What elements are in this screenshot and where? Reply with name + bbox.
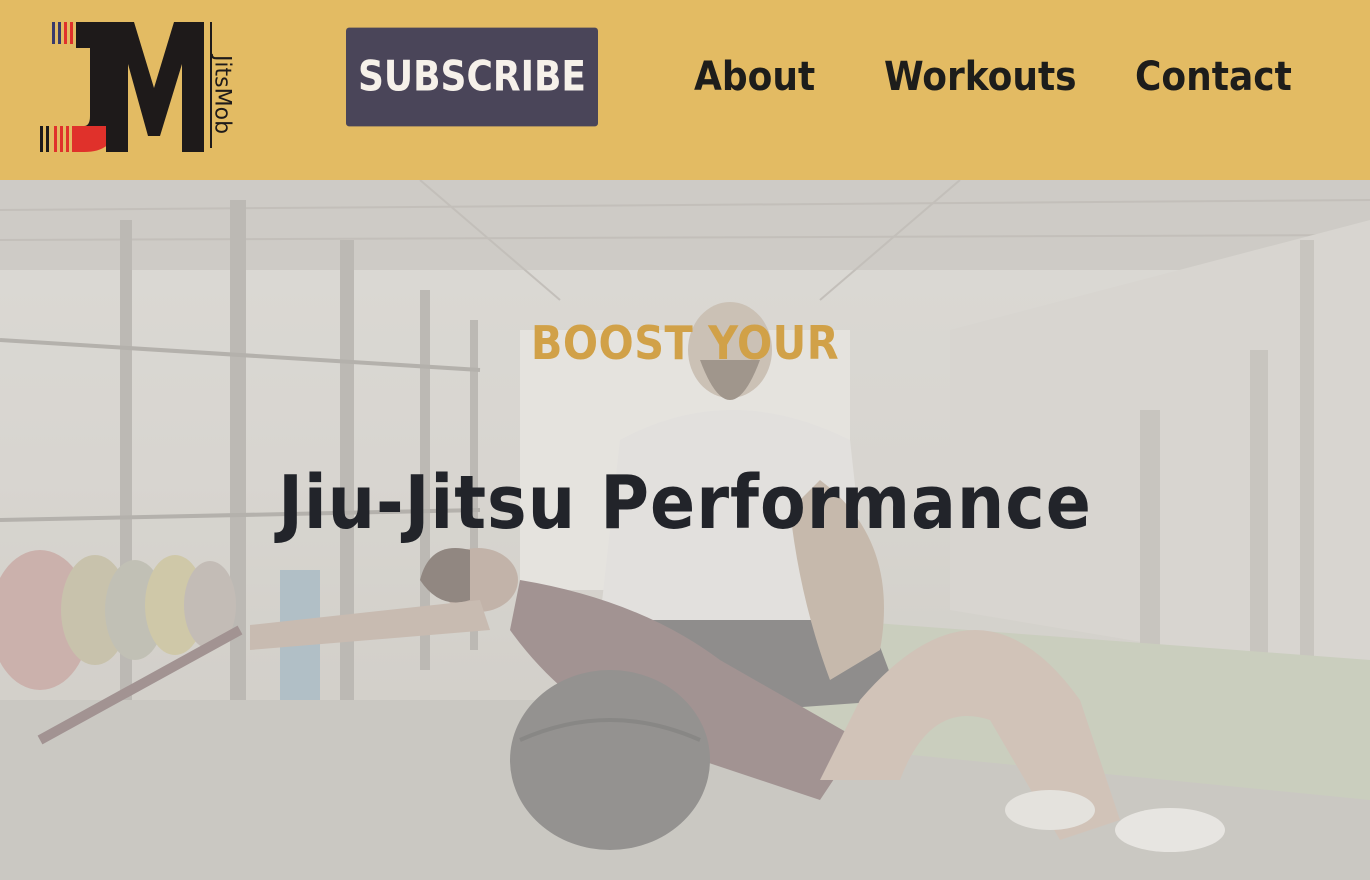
hero-headline: Jiu-Jitsu Performance xyxy=(278,460,1092,546)
subscribe-button[interactable]: SUBSCRIBE xyxy=(346,27,598,127)
nav-link-contact[interactable]: Contact xyxy=(1135,50,1292,104)
logo-wordmark: JitsMob xyxy=(209,54,235,135)
nav-link-about[interactable]: About xyxy=(694,50,815,104)
nav-link-workouts[interactable]: Workouts xyxy=(884,50,1077,104)
hero-section: BOOST YOUR Jiu-Jitsu Performance xyxy=(0,180,1370,880)
site-header: JitsMob SUBSCRIBE About Workouts Contact xyxy=(0,0,1370,180)
jitsmob-logo[interactable]: JitsMob xyxy=(36,18,246,158)
hero-eyebrow: BOOST YOUR xyxy=(530,316,840,370)
